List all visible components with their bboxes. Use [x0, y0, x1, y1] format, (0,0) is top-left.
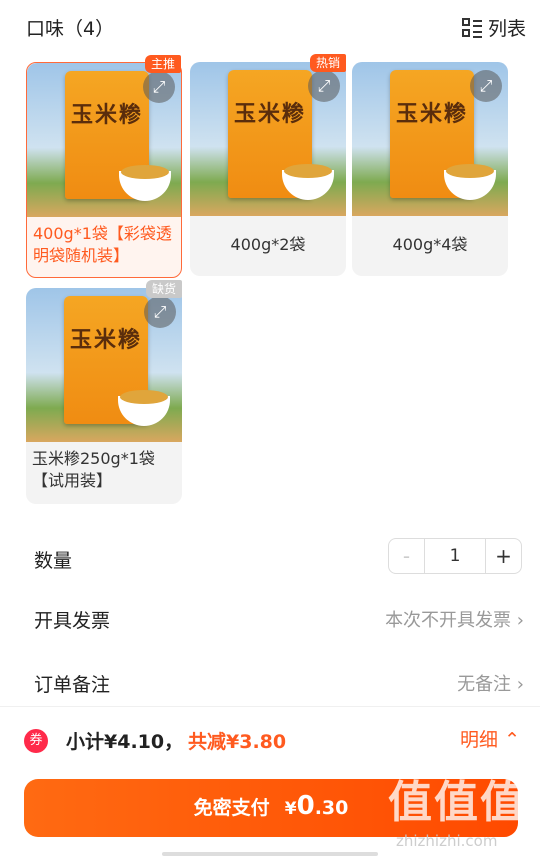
expand-icon[interactable]: ⤢ — [143, 71, 175, 103]
sku-tag: 主推 — [144, 55, 181, 73]
quantity-label: 数量 — [34, 550, 73, 572]
chevron-up-icon: ⌃ — [504, 729, 520, 751]
watermark-logo: 值值值 — [388, 777, 526, 828]
expand-icon[interactable]: ⤢ — [144, 296, 176, 328]
decrease-button[interactable]: - — [389, 539, 425, 573]
list-view-toggle[interactable]: 列表 — [461, 14, 526, 41]
sku-option-3[interactable]: 玉米糁 ⤢ 400g*4袋 — [352, 62, 508, 276]
discount-text: 共减¥3.80 — [188, 731, 287, 753]
coupon-icon: 券 — [24, 729, 48, 753]
pay-label: 免密支付 — [193, 797, 270, 819]
expand-icon[interactable]: ⤢ — [470, 70, 502, 102]
sku-option-2[interactable]: 玉米糁 ⤢ 热销 400g*2袋 — [190, 54, 346, 276]
pay-amount-dec: .30 — [314, 797, 349, 819]
detail-toggle[interactable]: 明细 ⌃ — [460, 725, 520, 752]
quantity-value[interactable]: 1 — [425, 539, 485, 573]
subtotal-text: 小计¥4.10， — [66, 731, 184, 753]
sku-option-4[interactable]: 玉米糁 ⤢ 缺货 玉米糁250g*1袋【试用装】 — [26, 280, 182, 504]
order-note-label: 订单备注 — [34, 674, 111, 696]
invoice-label: 开具发票 — [34, 610, 111, 632]
sku-panel: 口味（4） 列表 玉米糁 ⤢ 主推 400g*1袋【彩袋透明袋随机装】 玉米糁 — [8, 0, 532, 706]
quantity-row: 数量 - 1 + — [34, 538, 524, 578]
chevron-right-icon: › — [516, 674, 524, 695]
sku-label: 400g*4袋 — [392, 235, 468, 254]
increase-button[interactable]: + — [485, 539, 521, 573]
sku-label: 400g*1袋【彩袋透明袋随机装】 — [33, 224, 172, 265]
sku-label: 玉米糁250g*1袋【试用装】 — [32, 449, 155, 490]
home-indicator — [162, 852, 378, 856]
out-of-stock-tag: 缺货 — [145, 280, 182, 298]
chevron-right-icon: › — [516, 610, 524, 631]
pay-currency: ¥ — [284, 799, 297, 819]
sku-option-1[interactable]: 玉米糁 ⤢ 主推 400g*1袋【彩袋透明袋随机装】 — [26, 55, 182, 278]
invoice-row[interactable]: 开具发票 本次不开具发票 › — [34, 598, 524, 638]
order-note-value: 无备注 › — [457, 674, 524, 695]
sku-tag: 热销 — [309, 54, 346, 72]
pay-amount-int: 0 — [296, 791, 315, 821]
list-grid-icon — [461, 17, 482, 38]
watermark-url: zhizhizhi.com — [396, 832, 498, 850]
list-toggle-label: 列表 — [487, 18, 526, 40]
flavor-header: 口味（4） 列表 — [26, 14, 526, 44]
order-note-row[interactable]: 订单备注 无备注 › — [34, 662, 524, 702]
invoice-value: 本次不开具发票 › — [385, 610, 524, 631]
expand-icon[interactable]: ⤢ — [308, 70, 340, 102]
flavor-title: 口味（4） — [26, 18, 115, 40]
quantity-stepper[interactable]: - 1 + — [388, 538, 522, 574]
sku-label: 400g*2袋 — [230, 235, 306, 254]
